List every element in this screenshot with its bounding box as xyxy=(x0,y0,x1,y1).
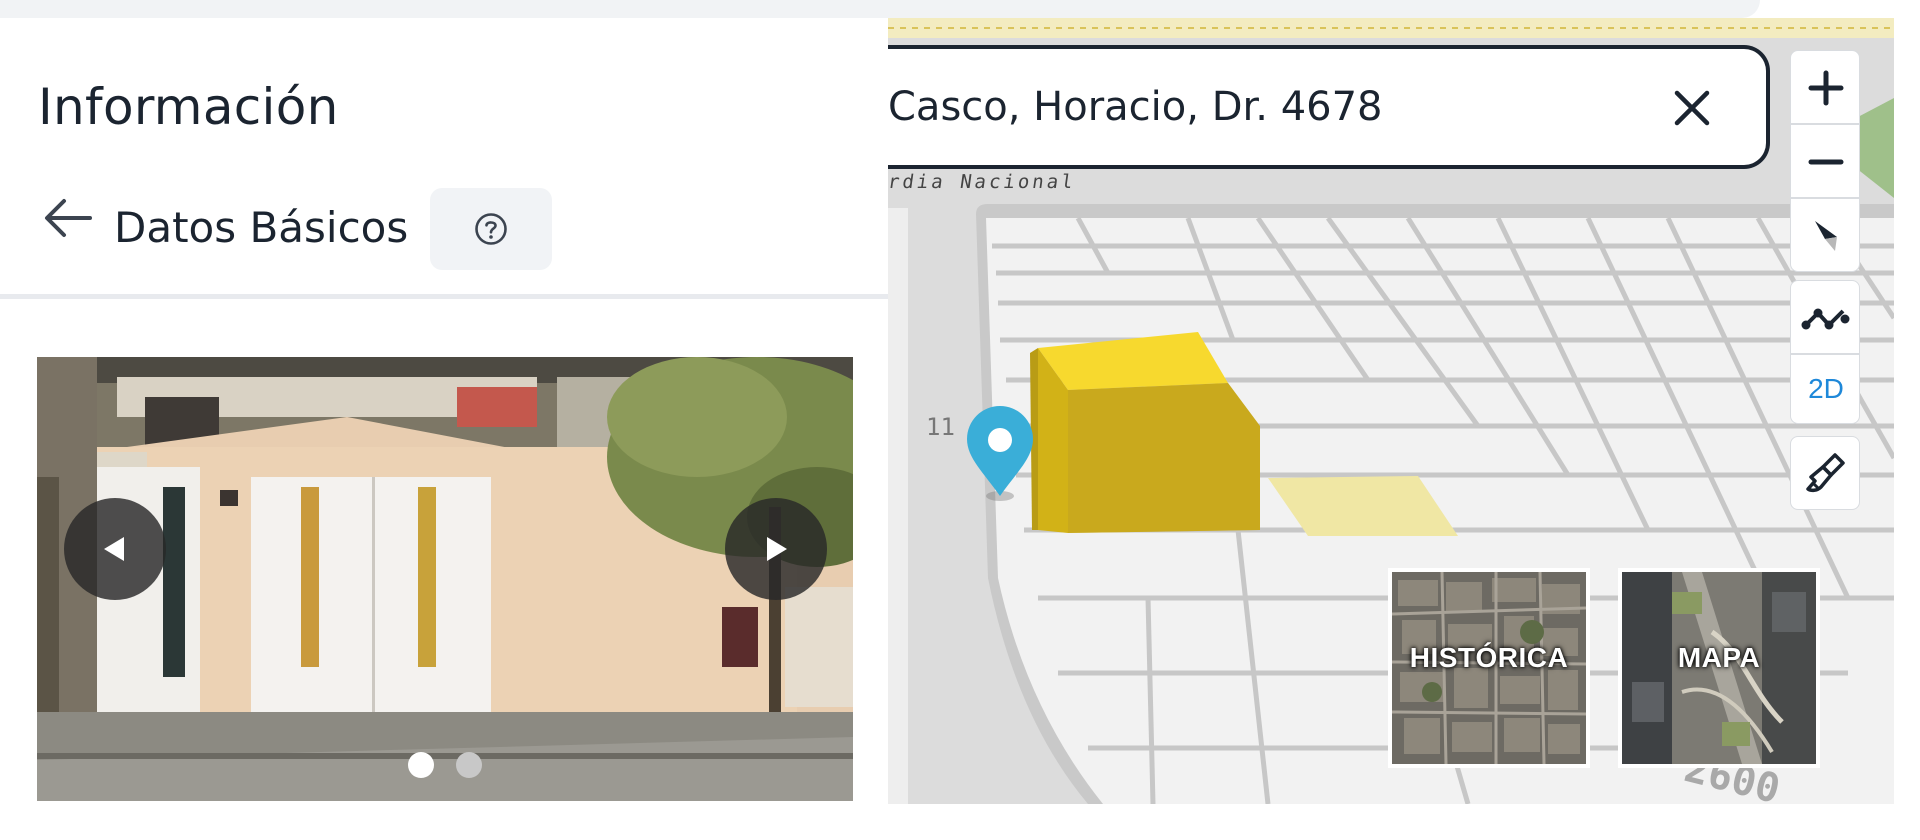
address-search-bar[interactable]: Casco, Horacio, Dr. 4678 xyxy=(888,45,1770,169)
close-icon xyxy=(1674,90,1710,126)
help-button[interactable] xyxy=(430,188,552,270)
gallery-next-button[interactable] xyxy=(725,498,827,600)
layer-mapa-button[interactable]: MAPA xyxy=(1618,568,1820,768)
map-style-button[interactable] xyxy=(1790,436,1860,510)
measure-button[interactable] xyxy=(1790,280,1860,354)
plus-icon xyxy=(1808,70,1844,106)
panel-title: Información xyxy=(38,78,339,136)
measure-icon xyxy=(1801,308,1850,330)
section-title: Datos Básicos xyxy=(114,203,409,252)
layer-historica-button[interactable]: HISTÓRICA xyxy=(1388,568,1590,768)
chevron-left-icon xyxy=(104,537,124,561)
paintbrush-icon xyxy=(1806,453,1845,493)
panel-divider xyxy=(0,294,888,299)
view-mode-label: 2D xyxy=(1808,373,1844,404)
road-label: rdia Nacional xyxy=(888,171,1078,193)
minus-icon xyxy=(1808,159,1844,165)
compass-button[interactable] xyxy=(1790,198,1860,272)
search-input-value[interactable]: Casco, Horacio, Dr. 4678 xyxy=(888,79,1383,135)
layer-mapa-label: MAPA xyxy=(1677,642,1761,673)
bottom-bar xyxy=(0,804,1920,840)
layer-historica-label: HISTÓRICA xyxy=(1409,642,1569,673)
top-strip xyxy=(0,0,1760,18)
clear-search-button[interactable] xyxy=(1663,79,1721,137)
back-arrow-icon[interactable] xyxy=(40,195,96,241)
view-mode-toggle[interactable]: 2D xyxy=(1790,354,1860,424)
gallery-dot[interactable] xyxy=(456,752,482,778)
compass-icon xyxy=(1815,221,1837,251)
help-circle-icon xyxy=(475,213,507,245)
chevron-right-icon xyxy=(767,537,787,561)
street-number-label: 11 xyxy=(926,413,955,441)
gallery-prev-button[interactable] xyxy=(64,498,166,600)
gallery-dot-active[interactable] xyxy=(408,752,434,778)
zoom-out-button[interactable] xyxy=(1790,124,1860,198)
zoom-in-button[interactable] xyxy=(1790,50,1860,124)
property-photo-carousel[interactable] xyxy=(37,357,853,801)
map-view[interactable]: rdia Nacional 11 2600 Casco, Horacio, Dr… xyxy=(888,18,1894,804)
